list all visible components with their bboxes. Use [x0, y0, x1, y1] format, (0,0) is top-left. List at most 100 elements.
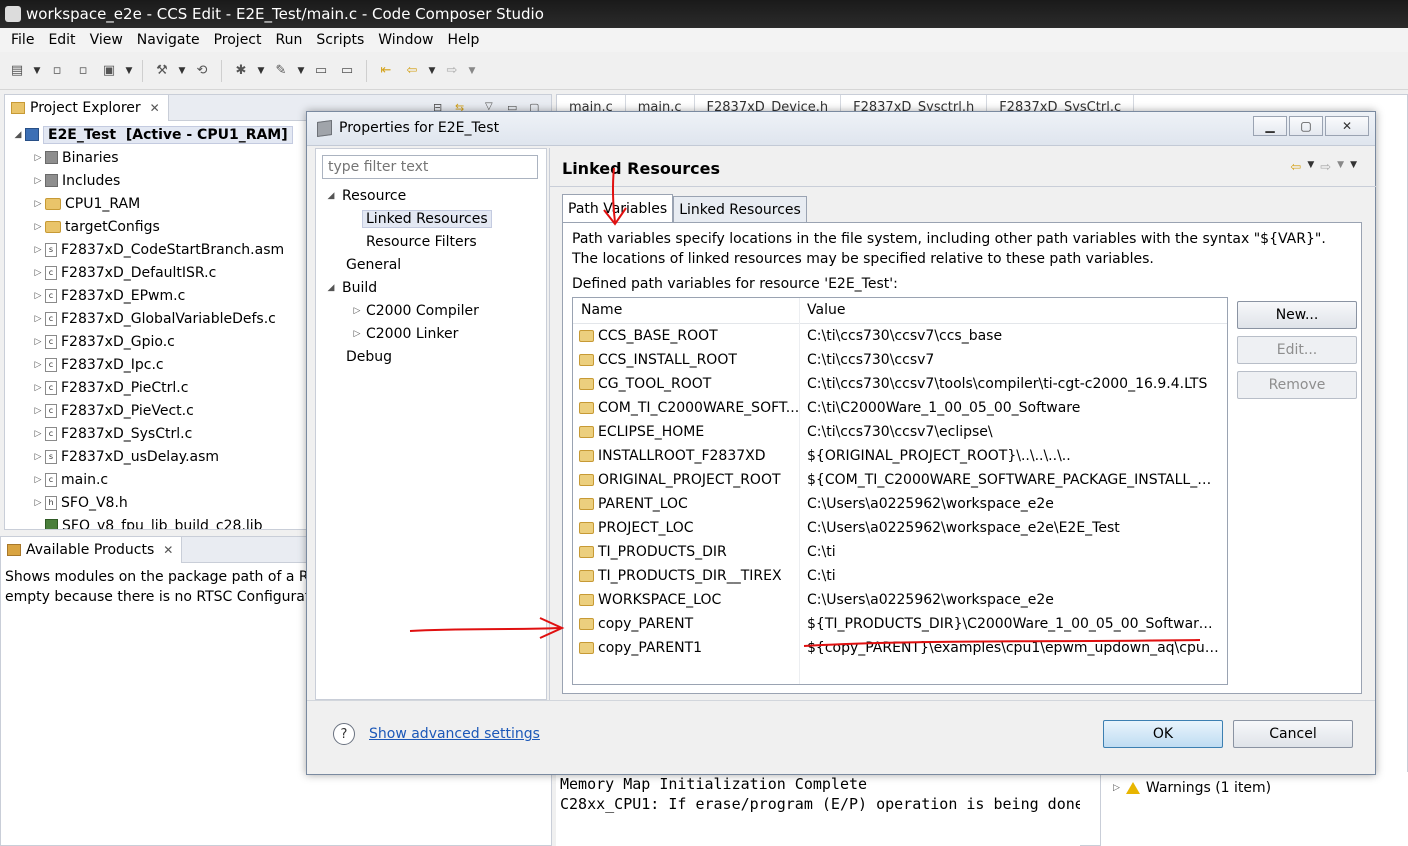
column-header-value[interactable]: Value — [807, 302, 845, 318]
expand-arrow-icon[interactable]: ▷ — [31, 314, 45, 324]
tab-path-variables[interactable]: Path Variables — [562, 194, 674, 222]
expand-arrow-icon[interactable]: ▷ — [31, 153, 45, 163]
tab-available-products[interactable]: Available Products ✕ — [1, 536, 183, 563]
back-arrow-icon[interactable]: ⇦ — [401, 60, 423, 82]
table-row[interactable]: CCS_BASE_ROOT C:\ti\ccs730\ccsv7\ccs_base — [573, 325, 1227, 349]
warnings-row[interactable]: ▷ Warnings (1 item) — [1113, 780, 1271, 796]
maximize-icon[interactable]: ▢ — [1289, 116, 1323, 136]
table-row[interactable]: ORIGINAL_PROJECT_ROOT ${COM_TI_C2000WARE_… — [573, 469, 1227, 493]
expand-arrow-icon[interactable]: ▷ — [31, 452, 45, 462]
cancel-button[interactable]: Cancel — [1233, 720, 1353, 748]
forward-arrow-icon[interactable]: ⇨ — [1320, 160, 1331, 175]
save-icon[interactable]: ▫ — [46, 60, 68, 82]
terminal-dropdown-icon[interactable]: ▼ — [124, 60, 134, 82]
remove-variable-button[interactable]: Remove — [1237, 371, 1357, 399]
table-row[interactable]: copy_PARENT1 ${copy_PARENT}\examples\cpu1… — [573, 637, 1227, 661]
expand-arrow-icon[interactable]: ▷ — [31, 199, 45, 209]
table-row[interactable]: TI_PRODUCTS_DIR C:\ti — [573, 541, 1227, 565]
tab-linked-resources[interactable]: Linked Resources — [673, 196, 807, 222]
menu-edit[interactable]: Edit — [41, 32, 82, 48]
nav-item-resource[interactable]: ◢ Resource — [324, 185, 407, 207]
expand-arrow-icon[interactable]: ▷ — [31, 383, 45, 393]
view-menu-icon[interactable]: ▼ — [1350, 160, 1357, 175]
expand-arrow-icon[interactable]: ▷ — [31, 475, 45, 485]
expand-arrow-icon[interactable]: ▷ — [31, 429, 45, 439]
expand-arrow-icon[interactable]: ▷ — [31, 222, 45, 232]
table-row[interactable]: CCS_INSTALL_ROOT C:\ti\ccs730\ccsv7 — [573, 349, 1227, 373]
menu-scripts[interactable]: Scripts — [309, 32, 371, 48]
back-dropdown-icon[interactable]: ▼ — [1307, 160, 1314, 175]
expand-arrow-icon[interactable]: ▷ — [31, 268, 45, 278]
refresh-icon[interactable]: ⟲ — [191, 60, 213, 82]
terminal-icon[interactable]: ▣ — [98, 60, 120, 82]
debug-bug-icon[interactable]: ✱ — [230, 60, 252, 82]
expand-arrow-icon[interactable]: ▷ — [350, 329, 364, 339]
menu-project[interactable]: Project — [207, 32, 269, 48]
tab-project-explorer[interactable]: Project Explorer ✕ — [5, 95, 169, 121]
expand-arrow-icon[interactable]: ▷ — [350, 306, 364, 316]
new-icon[interactable]: ▤ — [6, 60, 28, 82]
forward-dropdown-icon[interactable]: ▼ — [1337, 160, 1344, 175]
table-row[interactable]: CG_TOOL_ROOT C:\ti\ccs730\ccsv7\tools\com… — [573, 373, 1227, 397]
close-icon[interactable]: ✕ — [163, 543, 173, 557]
save-all-icon[interactable]: ▫ — [72, 60, 94, 82]
table-row[interactable]: PROJECT_LOC C:\Users\a0225962\workspace_e… — [573, 517, 1227, 541]
minimize-icon[interactable]: ▁ — [1253, 116, 1287, 136]
table-row[interactable]: WORKSPACE_LOC C:\Users\a0225962\workspace… — [573, 589, 1227, 613]
page-nav-controls: ⇦ ▼ ⇨ ▼ ▼ — [1290, 160, 1357, 175]
expand-arrow-icon[interactable]: ▷ — [31, 406, 45, 416]
column-header-name[interactable]: Name — [581, 302, 622, 318]
back-arrow-icon[interactable]: ⇦ — [1290, 160, 1301, 175]
menu-help[interactable]: Help — [440, 32, 486, 48]
close-icon[interactable]: ✕ — [150, 101, 160, 115]
table-row[interactable]: TI_PRODUCTS_DIR__TIREX C:\ti — [573, 565, 1227, 589]
variable-value: C:\Users\a0225962\workspace_e2e — [807, 496, 1054, 512]
menu-run[interactable]: Run — [269, 32, 310, 48]
menu-window[interactable]: Window — [371, 32, 440, 48]
menu-navigate[interactable]: Navigate — [130, 32, 207, 48]
ok-button[interactable]: OK — [1103, 720, 1223, 748]
forward-dropdown-icon[interactable]: ▼ — [467, 60, 477, 82]
new-variable-button[interactable]: New... — [1237, 301, 1357, 329]
show-advanced-settings-link[interactable]: Show advanced settings — [369, 726, 540, 742]
nav-item-build[interactable]: ◢ Build — [324, 277, 378, 299]
table-row[interactable]: ECLIPSE_HOME C:\ti\ccs730\ccsv7\eclipse\ — [573, 421, 1227, 445]
nav-item-c2000-linker[interactable]: ▷ C2000 Linker — [350, 323, 459, 345]
expand-arrow-icon[interactable]: ◢ — [324, 191, 338, 201]
build-dropdown-icon[interactable]: ▼ — [177, 60, 187, 82]
expand-arrow-icon[interactable]: ◢ — [11, 130, 25, 140]
table-row[interactable]: INSTALLROOT_F2837XD ${ORIGINAL_PROJECT_RO… — [573, 445, 1227, 469]
edit-variable-button[interactable]: Edit... — [1237, 336, 1357, 364]
expand-arrow-icon[interactable]: ▷ — [31, 360, 45, 370]
expand-arrow-icon[interactable]: ▷ — [1113, 783, 1120, 793]
expand-arrow-icon[interactable]: ▷ — [31, 291, 45, 301]
close-icon[interactable]: ✕ — [1325, 116, 1369, 136]
help-icon[interactable]: ? — [333, 723, 355, 745]
expand-arrow-icon[interactable]: ▷ — [31, 245, 45, 255]
expand-arrow-icon[interactable]: ▷ — [31, 337, 45, 347]
nav-item-resource-filters[interactable]: Resource Filters — [366, 231, 477, 253]
last-edit-icon[interactable]: ⇤ — [375, 60, 397, 82]
table-row[interactable]: PARENT_LOC C:\Users\a0225962\workspace_e2… — [573, 493, 1227, 517]
nav-item-general[interactable]: General — [346, 254, 401, 276]
nav-item-linked-resources[interactable]: Linked Resources — [362, 208, 492, 230]
menu-file[interactable]: File — [4, 32, 41, 48]
edit-icon[interactable]: ▭ — [336, 60, 358, 82]
expand-arrow-icon[interactable]: ▷ — [31, 498, 45, 508]
back-dropdown-icon[interactable]: ▼ — [427, 60, 437, 82]
debug-dropdown-icon[interactable]: ▼ — [256, 60, 266, 82]
expand-arrow-icon[interactable]: ▷ — [31, 176, 45, 186]
nav-item-c2000-compiler[interactable]: ▷ C2000 Compiler — [350, 300, 479, 322]
table-row[interactable]: COM_TI_C2000WARE_SOFT... C:\ti\C2000Ware_… — [573, 397, 1227, 421]
toggle-mark-icon[interactable]: ▭ — [310, 60, 332, 82]
flash-icon[interactable]: ✎ — [270, 60, 292, 82]
build-hammer-icon[interactable]: ⚒ — [151, 60, 173, 82]
filter-input[interactable] — [322, 155, 538, 179]
nav-item-debug[interactable]: Debug — [346, 346, 392, 368]
menu-view[interactable]: View — [83, 32, 130, 48]
forward-arrow-icon[interactable]: ⇨ — [441, 60, 463, 82]
expand-arrow-icon[interactable]: ◢ — [324, 283, 338, 293]
new-dropdown-icon[interactable]: ▼ — [32, 60, 42, 82]
table-row[interactable]: copy_PARENT ${TI_PRODUCTS_DIR}\C2000Ware_… — [573, 613, 1227, 637]
flash-dropdown-icon[interactable]: ▼ — [296, 60, 306, 82]
